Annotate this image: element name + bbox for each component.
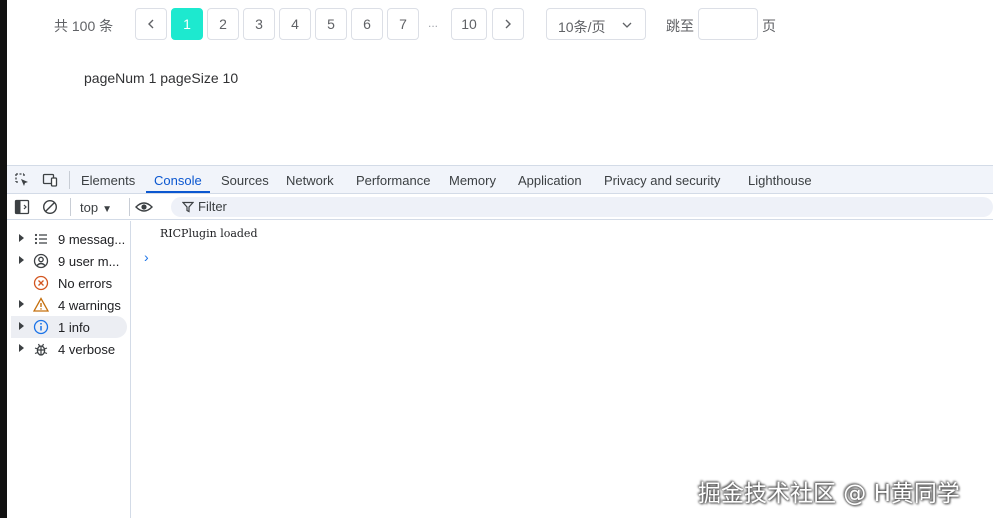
goto-label: 跳至 [666, 18, 694, 34]
tab-performance[interactable]: Performance [356, 173, 430, 188]
sidebar-item-label: 9 user m... [58, 254, 120, 269]
devtools-panel: Elements Console Sources Network Perform… [7, 165, 993, 518]
tab-sources[interactable]: Sources [221, 173, 269, 188]
console-sidebar: 9 messag... 9 user m... No errors 4 warn… [7, 221, 131, 518]
sidebar-item-warnings[interactable]: 4 warnings [11, 294, 127, 316]
console-prompt[interactable]: › [144, 249, 149, 265]
warning-icon [33, 297, 49, 312]
sidebar-item-errors[interactable]: No errors [11, 272, 127, 294]
console-toolbar: top ▼ Filter [7, 194, 993, 220]
filter-input[interactable]: Filter [171, 197, 993, 217]
caret-down-icon: ▼ [102, 204, 112, 215]
tabbar-divider [69, 171, 70, 189]
watermark: 掘金技术社区 @ H黄同学 [698, 481, 960, 507]
sidebar-item-info[interactable]: 1 info [11, 316, 127, 338]
next-page-button[interactable] [492, 8, 524, 40]
sidebar-item-label: 9 messag... [58, 232, 126, 247]
bug-icon [34, 343, 48, 356]
page-size-select[interactable]: 10条/页 [546, 8, 646, 40]
page-button-3[interactable]: 3 [243, 8, 275, 40]
clear-console-icon[interactable] [42, 199, 58, 215]
page-size-value: 10条/页 [558, 19, 606, 35]
device-toolbar-icon[interactable] [42, 172, 58, 188]
expand-arrow-icon[interactable] [19, 344, 24, 352]
prev-page-button[interactable] [135, 8, 167, 40]
filter-placeholder: Filter [198, 199, 227, 214]
expand-arrow-icon[interactable] [19, 322, 24, 330]
chevron-left-icon [148, 19, 154, 29]
expand-arrow-icon[interactable] [19, 256, 24, 264]
page-button-1[interactable]: 1 [171, 8, 203, 40]
active-tab-indicator [146, 191, 210, 193]
goto-page-input[interactable] [698, 8, 758, 40]
sidebar-item-messages[interactable]: 9 messag... [11, 228, 127, 250]
page-info-text: pageNum 1 pageSize 10 [84, 70, 239, 86]
error-icon [33, 275, 49, 291]
pagination-total: 共 100 条 [54, 18, 114, 34]
sidebar-item-label: 1 info [58, 320, 90, 335]
sidebar-item-user-messages[interactable]: 9 user m... [11, 250, 127, 272]
inspect-element-icon[interactable] [14, 172, 30, 188]
sidebar-item-label: 4 verbose [58, 342, 116, 357]
filter-icon [182, 201, 194, 213]
sidebar-toggle-icon[interactable] [14, 199, 30, 215]
page-button-last[interactable]: 10 [451, 8, 487, 40]
list-icon [34, 233, 47, 245]
tab-console[interactable]: Console [154, 173, 202, 188]
pagination-ellipsis[interactable]: ... [428, 16, 438, 30]
eye-icon[interactable] [135, 199, 153, 215]
toolbar-divider [70, 198, 71, 216]
devtools-tabbar: Elements Console Sources Network Perform… [7, 166, 993, 194]
context-select[interactable]: top ▼ [80, 200, 112, 215]
sidebar-item-verbose[interactable]: 4 verbose [11, 338, 127, 360]
context-value: top [80, 200, 99, 215]
chevron-right-icon [505, 19, 511, 29]
page-suffix-label: 页 [762, 18, 776, 34]
pagination: 共 100 条 1 2 3 4 5 6 7 ... 10 10条/页 跳至 页 [0, 8, 993, 40]
page-button-2[interactable]: 2 [207, 8, 239, 40]
toolbar-divider-2 [129, 198, 130, 216]
expand-arrow-icon[interactable] [19, 300, 24, 308]
window-left-edge [0, 0, 7, 518]
expand-arrow-icon[interactable] [19, 234, 24, 242]
tab-lighthouse[interactable]: Lighthouse [748, 173, 812, 188]
info-icon [33, 319, 49, 335]
page-button-4[interactable]: 4 [279, 8, 311, 40]
tab-application[interactable]: Application [518, 173, 582, 188]
tab-network[interactable]: Network [286, 173, 334, 188]
user-icon [33, 253, 49, 269]
console-log-message: RICPlugin loaded [160, 227, 258, 240]
tab-memory[interactable]: Memory [449, 173, 496, 188]
sidebar-item-label: No errors [58, 276, 113, 291]
page-button-7[interactable]: 7 [387, 8, 419, 40]
tab-privacy-security[interactable]: Privacy and security [604, 173, 720, 188]
page-button-6[interactable]: 6 [351, 8, 383, 40]
page-button-5[interactable]: 5 [315, 8, 347, 40]
tab-elements[interactable]: Elements [81, 173, 135, 188]
sidebar-item-label: 4 warnings [58, 298, 121, 313]
chevron-down-icon [622, 22, 632, 28]
